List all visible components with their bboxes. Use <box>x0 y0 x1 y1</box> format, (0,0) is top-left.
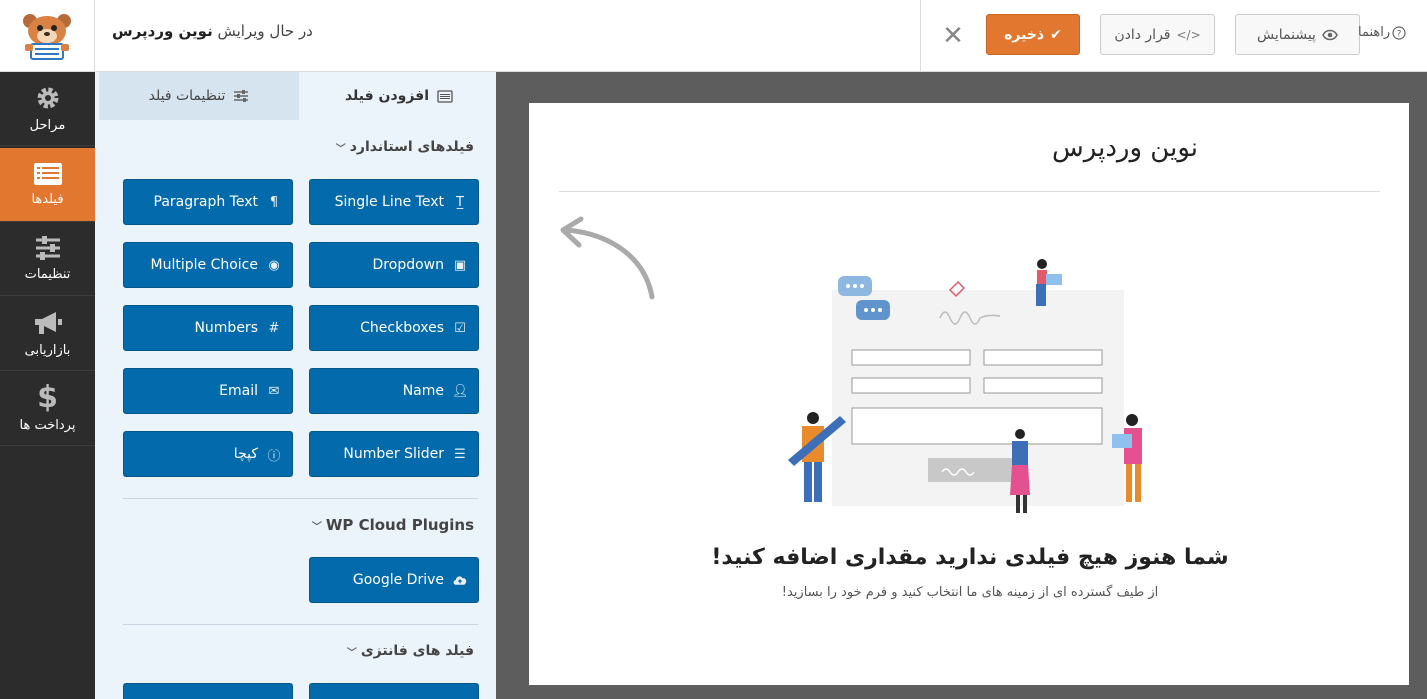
panel-tabs: تنظیمات فیلد افزودن فیلد <box>99 72 500 120</box>
wpforms-logo[interactable] <box>0 0 95 72</box>
preview-label: پیشنمایش <box>1257 26 1316 43</box>
fields-panel: تنظیمات فیلد افزودن فیلد فیلدهای استاندا… <box>95 72 500 699</box>
field-button-single-line-text[interactable]: Single Line Text T̲ <box>309 179 479 225</box>
field-button-email[interactable]: Email ✉ <box>123 368 293 414</box>
editing-title: در حال ویرایش نوین وردپرس <box>112 22 313 40</box>
code-icon: </> <box>1176 27 1201 42</box>
field-label: Number Slider <box>343 446 444 462</box>
sidebar-item-label: مراحل <box>29 118 66 133</box>
form-name: نوین وردپرس <box>112 22 213 40</box>
sidebar-item-fields[interactable]: فیلدها <box>0 148 95 222</box>
tab-label: تنظیمات فیلد <box>148 88 226 104</box>
question-circle-icon: ? <box>1392 25 1406 40</box>
user-icon: 👤︎ <box>452 383 469 399</box>
cloud-upload-icon <box>453 576 467 585</box>
field-button-partial[interactable] <box>123 683 293 699</box>
field-label: Numbers <box>194 320 258 336</box>
field-label: کپچا <box>233 446 258 462</box>
form-title[interactable]: نوین وردپرس <box>1052 133 1198 163</box>
section-fancy-fields[interactable]: فیلد های فانتزی ﹀ <box>347 643 474 659</box>
section-title-label: فیلدهای استاندارد <box>349 139 474 155</box>
field-label: Single Line Text <box>334 194 444 210</box>
envelope-icon: ✉ <box>268 383 280 399</box>
field-button-paragraph-text[interactable]: Paragraph Text ¶ <box>123 179 293 225</box>
field-button-partial[interactable] <box>309 683 479 699</box>
field-button-checkboxes[interactable]: Checkboxes ☑ <box>309 305 479 351</box>
section-divider <box>123 498 478 499</box>
field-button-number-slider[interactable]: Number Slider ☰ <box>309 431 479 477</box>
editing-prefix: در حال ویرایش <box>217 22 313 40</box>
checkbox-icon: ☑ <box>454 320 466 336</box>
chevron-down-icon: ﹀ <box>335 143 346 155</box>
sliders-icon <box>234 90 249 102</box>
checkmark-icon: ✔ <box>1050 26 1062 43</box>
field-label: Paragraph Text <box>153 194 258 210</box>
hash-icon: # <box>268 320 280 336</box>
form-builder: در حال ویرایش نوین وردپرس ✕ ذخیره ✔ قرار… <box>0 0 1427 699</box>
section-standard-fields[interactable]: فیلدهای استاندارد ﹀ <box>336 139 474 155</box>
tab-field-options[interactable]: تنظیمات فیلد <box>99 72 299 120</box>
sidebar-item-label: بازاریابی <box>24 343 71 358</box>
field-label: Multiple Choice <box>150 257 258 273</box>
help-link[interactable]: راهنما ? <box>1358 25 1406 40</box>
field-label: Checkboxes <box>360 320 444 336</box>
empty-form-illustration <box>788 259 1142 513</box>
builder-sidebar: مراحل فیلدها تنظیمات بازاریابی $ پرداخت … <box>0 72 95 699</box>
sidebar-item-label: پرداخت ها <box>19 418 76 433</box>
field-label: Email <box>219 383 258 399</box>
section-title-label: WP Cloud Plugins <box>325 516 474 534</box>
section-wp-cloud-plugins[interactable]: WP Cloud Plugins ﹀ <box>312 516 474 534</box>
sidebar-item-label: تنظیمات <box>24 267 71 282</box>
megaphone-icon <box>34 312 62 334</box>
field-button-name[interactable]: Name 👤︎ <box>309 368 479 414</box>
field-label: Google Drive <box>352 572 444 588</box>
dropdown-icon: ▣ <box>453 257 467 273</box>
sidebar-item-payments[interactable]: $ پرداخت ها <box>0 372 95 446</box>
close-button[interactable]: ✕ <box>938 21 968 51</box>
field-button-numbers[interactable]: Numbers # <box>123 305 293 351</box>
preview-button[interactable]: پیشنمایش <box>1235 14 1360 55</box>
question-icon: ⓘ <box>267 448 281 464</box>
sidebar-item-settings[interactable]: تنظیمات <box>0 222 95 296</box>
save-button[interactable]: ذخیره ✔ <box>986 14 1080 55</box>
section-title-label: فیلد های فانتزی <box>360 643 474 659</box>
sliders-icon <box>35 236 60 260</box>
field-button-captcha[interactable]: کپچا ⓘ <box>123 431 293 477</box>
field-button-dropdown[interactable]: Dropdown ▣ <box>309 242 479 288</box>
chevron-down-icon: ﹀ <box>311 521 322 533</box>
sidebar-item-label: فیلدها <box>31 192 64 207</box>
curved-arrow-icon <box>560 216 655 300</box>
slider-icon: ☰ <box>454 446 466 462</box>
field-label: Dropdown <box>372 257 444 273</box>
svg-text:?: ? <box>1397 29 1402 39</box>
gear-icon <box>37 87 58 109</box>
eye-icon <box>1322 29 1338 40</box>
help-label: راهنما <box>1358 25 1391 40</box>
title-divider <box>559 191 1380 192</box>
save-label: ذخیره <box>1004 26 1045 43</box>
fields-icon <box>33 163 62 185</box>
sidebar-item-marketing[interactable]: بازاریابی <box>0 297 95 371</box>
chevron-down-icon: ﹀ <box>346 647 357 659</box>
bear-logo-icon <box>23 14 71 60</box>
embed-label: قرار دادن <box>1114 26 1171 43</box>
close-icon: ✕ <box>942 21 964 51</box>
field-label: Name <box>402 383 444 399</box>
paragraph-icon: ¶ <box>269 194 279 210</box>
section-divider <box>123 624 478 625</box>
empty-state-heading: شما هنوز هیچ فیلدی ندارید مقداری اضافه ک… <box>711 545 1229 570</box>
dollar-icon: $ <box>37 380 58 415</box>
field-button-google-drive[interactable]: Google Drive <box>309 557 479 603</box>
empty-state-subtext: از طیف گسترده ای از زمینه های ما انتخاب … <box>781 585 1159 600</box>
list-icon <box>437 89 453 103</box>
embed-button[interactable]: قرار دادن </> <box>1100 14 1215 55</box>
divider <box>920 0 921 72</box>
field-button-multiple-choice[interactable]: Multiple Choice ◉ <box>123 242 293 288</box>
text-icon: T̲ <box>456 194 464 210</box>
tab-label: افزودن فیلد <box>344 88 430 104</box>
tab-add-fields[interactable]: افزودن فیلد <box>299 72 499 120</box>
sidebar-item-setup[interactable]: مراحل <box>0 72 95 146</box>
top-bar: در حال ویرایش نوین وردپرس ✕ ذخیره ✔ قرار… <box>0 0 1427 72</box>
radio-icon: ◉ <box>268 257 280 273</box>
